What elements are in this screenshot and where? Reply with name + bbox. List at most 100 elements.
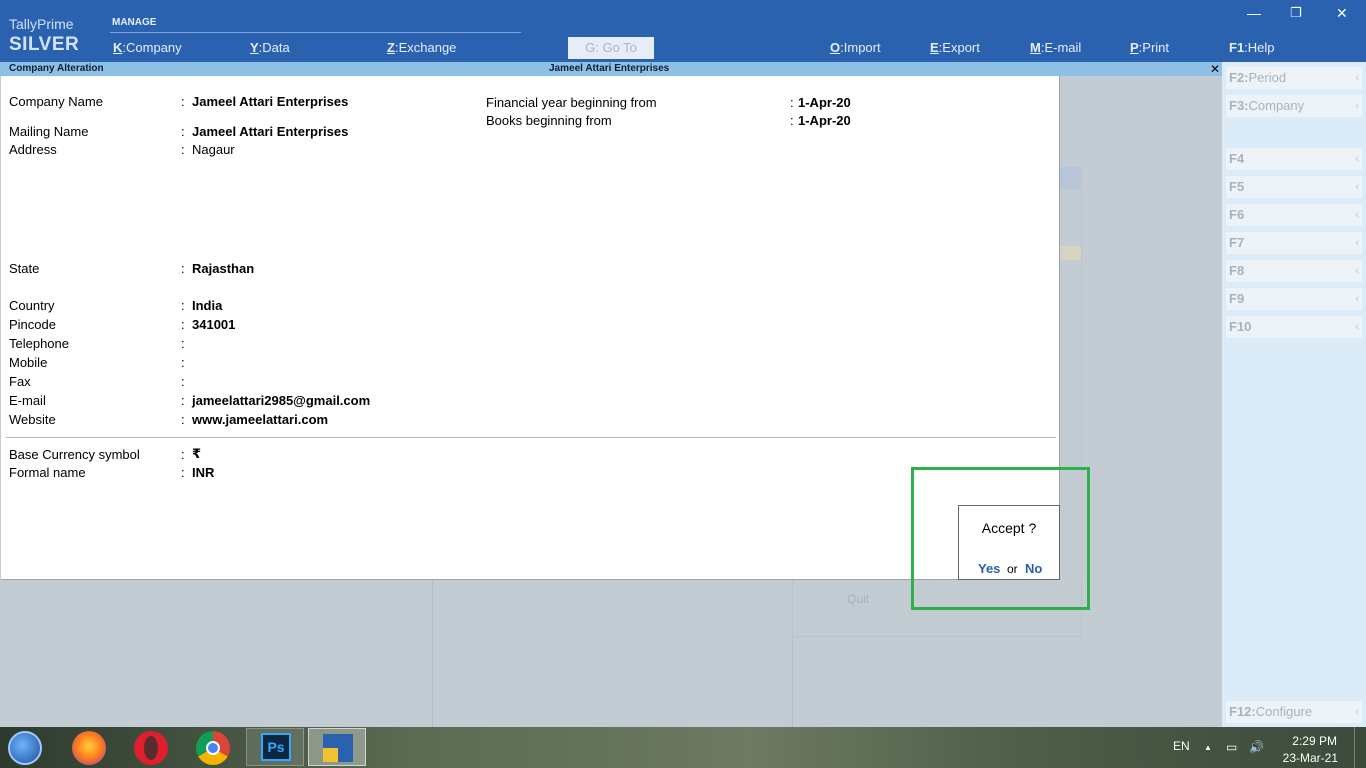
separator: :	[790, 95, 794, 110]
chevron-left-icon: ‹	[1355, 181, 1359, 193]
chevron-left-icon: ‹	[1355, 293, 1359, 305]
firefox-icon[interactable]	[72, 731, 106, 765]
label-company-name: Company Name	[9, 94, 103, 109]
field-pincode[interactable]: 341001	[192, 317, 235, 332]
opera-icon[interactable]	[134, 731, 168, 765]
label-formal-name: Formal name	[9, 465, 86, 480]
tally-icon-part	[338, 748, 353, 762]
field-website[interactable]: www.jameelattari.com	[192, 412, 328, 427]
f6-button[interactable]: F6 ‹	[1226, 204, 1362, 226]
f10-button[interactable]: F10 ‹	[1226, 316, 1362, 338]
chevron-left-icon: ‹	[1355, 237, 1359, 249]
menu-data[interactable]: Y:Data	[250, 40, 290, 55]
separator: :	[181, 261, 185, 276]
field-financial-year-begin[interactable]: 1-Apr-20	[798, 95, 851, 110]
field-email[interactable]: jameelattari2985@gmail.com	[192, 393, 370, 408]
separator: :	[181, 465, 185, 480]
clock-date[interactable]: 23-Mar-21	[1280, 751, 1338, 765]
goto-button[interactable]: G: Go To	[568, 37, 654, 59]
field-country[interactable]: India	[192, 298, 222, 313]
tally-icon	[323, 734, 353, 748]
label-books-begin: Books beginning from	[486, 113, 612, 128]
clock-time[interactable]: 2:29 PM	[1287, 734, 1337, 748]
chevron-left-icon: ‹	[1355, 265, 1359, 277]
chevron-left-icon: ‹	[1355, 209, 1359, 221]
show-desktop-button[interactable]	[1354, 727, 1366, 768]
right-button-panel: F2:Period ‹ F3:Company ‹ F4 ‹ F5 ‹ F6 ‹ F7 ‹ F…	[1222, 62, 1366, 727]
windows-taskbar: Ps EN ▲ ▭ 🔊 2:29 PM 23-Mar-21	[0, 727, 1366, 768]
chevron-left-icon: ‹	[1355, 321, 1359, 333]
f5-button[interactable]: F5 ‹	[1226, 176, 1362, 198]
menu-exchange[interactable]: Z:Exchange	[387, 40, 456, 55]
restore-icon[interactable]: ❐	[1290, 5, 1302, 21]
chevron-left-icon: ‹	[1355, 72, 1359, 84]
label-email: E-mail	[9, 393, 46, 408]
field-mailing-name[interactable]: Jameel Attari Enterprises	[192, 124, 348, 139]
brand-name: TallyPrime	[9, 16, 74, 32]
separator: :	[181, 447, 185, 462]
volume-icon[interactable]: 🔊	[1249, 740, 1264, 754]
label-financial-year-begin: Financial year beginning from	[486, 95, 657, 110]
separator: :	[181, 298, 185, 313]
field-address[interactable]: Nagaur	[192, 142, 235, 157]
menu-print[interactable]: P:Print	[1130, 40, 1169, 55]
menu-company[interactable]: K:Company	[113, 40, 182, 55]
close-screen-icon[interactable]: ✕	[1210, 62, 1220, 76]
separator: :	[181, 336, 185, 351]
f2-period-button[interactable]: F2:Period ‹	[1226, 67, 1362, 89]
screen-title: Company Alteration	[9, 63, 104, 74]
tally-icon-part	[323, 748, 338, 762]
f4-button[interactable]: F4 ‹	[1226, 148, 1362, 170]
separator: :	[181, 374, 185, 389]
separator: :	[790, 113, 794, 128]
chevron-left-icon: ‹	[1355, 153, 1359, 165]
opera-logo-inner	[144, 736, 158, 760]
f3-company-button[interactable]: F3:Company ‹	[1226, 95, 1362, 117]
label-website: Website	[9, 412, 56, 427]
f7-button[interactable]: F7 ‹	[1226, 232, 1362, 254]
close-window-icon[interactable]: ✕	[1336, 5, 1348, 22]
menu-import[interactable]: O:Import	[830, 40, 881, 55]
f9-button[interactable]: F9 ‹	[1226, 288, 1362, 310]
top-menu-bar: TallyPrime SILVER MANAGE K:Company Y:Dat…	[0, 0, 1366, 62]
field-company-name[interactable]: Jameel Attari Enterprises	[192, 94, 348, 109]
separator: :	[181, 142, 185, 157]
f8-button[interactable]: F8 ‹	[1226, 260, 1362, 282]
menu-email[interactable]: M:E-mail	[1030, 40, 1081, 55]
photoshop-icon: Ps	[261, 733, 291, 761]
field-base-currency-symbol[interactable]: ₹	[192, 446, 201, 462]
label-state: State	[9, 261, 40, 276]
start-button-icon[interactable]	[8, 731, 42, 765]
separator: :	[181, 393, 185, 408]
minimize-icon[interactable]: —	[1247, 5, 1261, 21]
label-fax: Fax	[9, 374, 31, 389]
menu-export[interactable]: E:Export	[930, 40, 980, 55]
network-icon[interactable]: ▭	[1226, 740, 1237, 754]
label-address: Address	[9, 142, 57, 157]
label-mobile: Mobile	[9, 355, 48, 370]
separator: :	[181, 355, 185, 370]
manage-label: MANAGE	[112, 17, 157, 28]
brand-edition: SILVER	[9, 34, 80, 55]
show-hidden-icons-icon[interactable]: ▲	[1204, 743, 1212, 752]
label-pincode: Pincode	[9, 317, 56, 332]
label-base-currency-symbol: Base Currency symbol	[9, 447, 140, 462]
separator: :	[181, 317, 185, 332]
section-divider	[6, 437, 1056, 438]
language-indicator[interactable]: EN	[1173, 739, 1190, 753]
manage-divider	[110, 32, 521, 33]
field-state[interactable]: Rajasthan	[192, 261, 254, 276]
field-books-begin[interactable]: 1-Apr-20	[798, 113, 851, 128]
menu-help[interactable]: F1:Help	[1229, 40, 1275, 55]
field-formal-name[interactable]: INR	[192, 465, 214, 480]
chrome-icon[interactable]	[196, 731, 230, 765]
company-alteration-form: Company Name : Jameel Attari Enterprises…	[1, 76, 1060, 580]
background-divider	[432, 580, 433, 727]
tallyprime-taskbar-button[interactable]	[308, 728, 366, 766]
chevron-left-icon: ‹	[1355, 706, 1359, 718]
f12-configure-button[interactable]: F12:Configure ‹	[1226, 701, 1362, 723]
screen-title-bar: Company Alteration Jameel Attari Enterpr…	[0, 62, 1222, 76]
chevron-left-icon: ‹	[1355, 100, 1359, 112]
background-quit-label: Quit	[847, 592, 870, 606]
photoshop-taskbar-button[interactable]: Ps	[246, 728, 304, 766]
